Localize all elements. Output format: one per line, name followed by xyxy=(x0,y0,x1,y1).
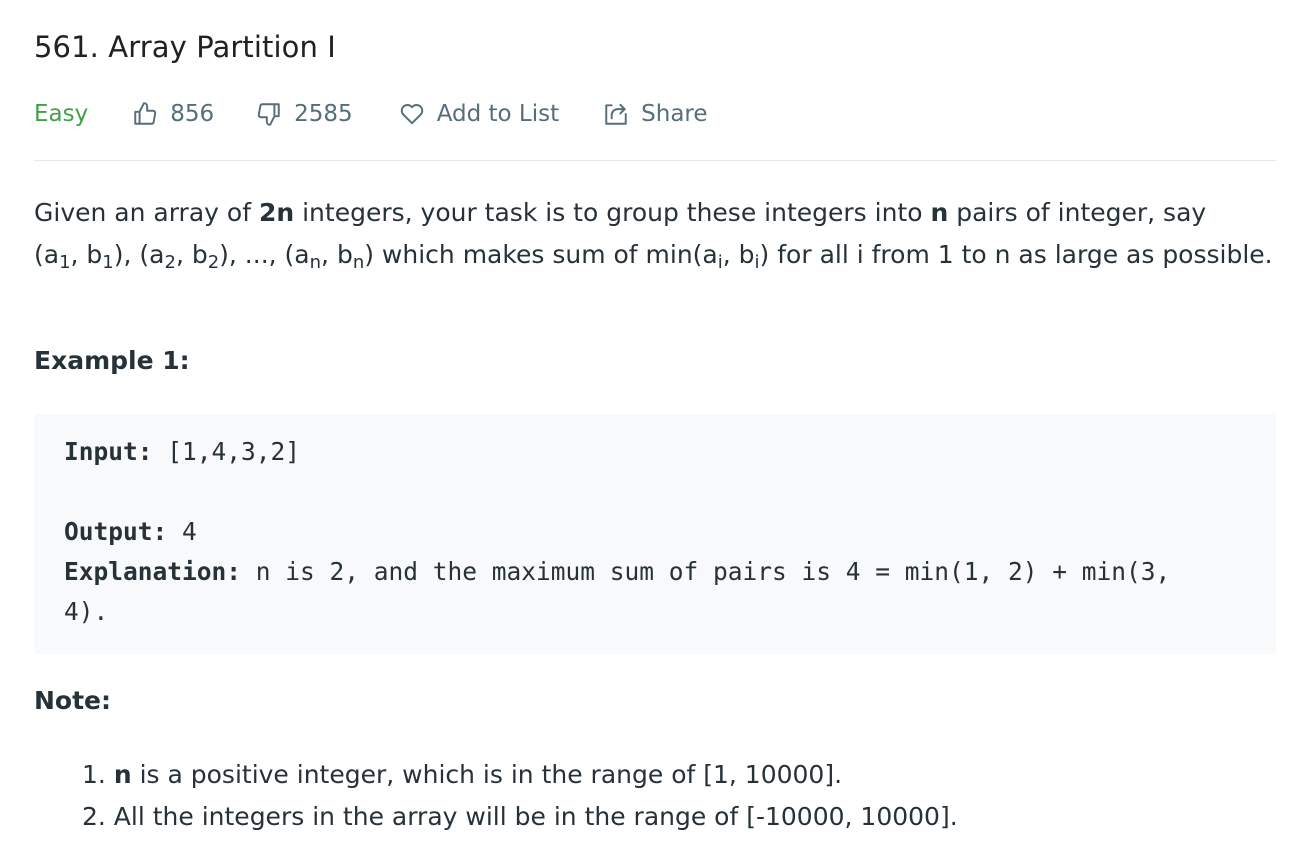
difficulty-badge: Easy xyxy=(34,101,89,127)
desc-text: ) which makes sum of min(a xyxy=(364,240,718,269)
problem-title: 561. Array Partition I xyxy=(34,30,336,64)
share-button[interactable]: Share xyxy=(603,101,708,127)
desc-text: integers, your task is to group these in… xyxy=(294,198,931,227)
desc-text: , b xyxy=(175,240,208,269)
divider xyxy=(34,160,1276,161)
desc-text: , b xyxy=(722,240,755,269)
note-item: 2. All the integers in the array will be… xyxy=(82,796,958,838)
note-title: Note: xyxy=(34,686,112,715)
note-item-text: 2. All the integers in the array will be… xyxy=(82,802,958,831)
thumbs-up-icon xyxy=(134,102,157,125)
output-value: 4 xyxy=(167,517,197,546)
add-to-list-label: Add to List xyxy=(436,101,560,127)
desc-text: , b xyxy=(70,240,103,269)
desc-text: Given an array of xyxy=(34,198,259,227)
output-label: Output: xyxy=(64,517,168,546)
share-label: Share xyxy=(641,101,708,127)
desc-text: ), (a xyxy=(113,240,165,269)
desc-text: ), ..., (a xyxy=(219,240,310,269)
subscript: 1 xyxy=(102,252,114,274)
example-title: Example 1: xyxy=(34,346,190,375)
desc-text: , b xyxy=(321,240,353,269)
dislike-button[interactable]: 2585 xyxy=(256,101,353,127)
note-list: 1. n is a positive integer, which is in … xyxy=(82,754,958,838)
note-item: 1. n is a positive integer, which is in … xyxy=(82,754,958,796)
dislike-count: 2585 xyxy=(294,101,353,127)
desc-text: ) for all i from 1 to n as large as poss… xyxy=(759,240,1273,269)
desc-text: pairs of integer, say xyxy=(948,198,1207,227)
note-item-number: 1. xyxy=(82,760,114,789)
problem-meta-bar: Easy 856 2585 Add to List Share xyxy=(34,98,708,130)
subscript: n xyxy=(352,252,365,274)
explanation-label: Explanation: xyxy=(64,557,242,586)
example-code-block: Input: [1,4,3,2] Output: 4 Explanation: … xyxy=(34,414,1276,654)
like-button[interactable]: 856 xyxy=(132,101,214,127)
problem-description: Given an array of 2n integers, your task… xyxy=(34,192,1276,276)
add-to-list-button[interactable]: Add to List xyxy=(399,101,559,127)
desc-bold-2n: 2n xyxy=(258,198,295,227)
note-bold-n: n xyxy=(113,760,132,789)
note-item-text: is a positive integer, which is in the r… xyxy=(131,760,843,789)
heart-icon xyxy=(400,103,423,125)
subscript: 2 xyxy=(207,252,220,274)
input-label: Input: xyxy=(64,437,153,466)
subscript: 2 xyxy=(164,252,176,274)
thumbs-down-icon xyxy=(257,103,280,126)
desc-bold-n: n xyxy=(930,198,949,227)
subscript: 1 xyxy=(59,252,71,274)
desc-text: (a xyxy=(34,240,60,269)
input-value: [1,4,3,2] xyxy=(152,437,301,466)
subscript: n xyxy=(309,252,322,274)
example-pre: Input: [1,4,3,2] Output: 4 Explanation: … xyxy=(64,432,1170,632)
like-count: 856 xyxy=(170,101,215,127)
share-icon xyxy=(605,103,627,125)
